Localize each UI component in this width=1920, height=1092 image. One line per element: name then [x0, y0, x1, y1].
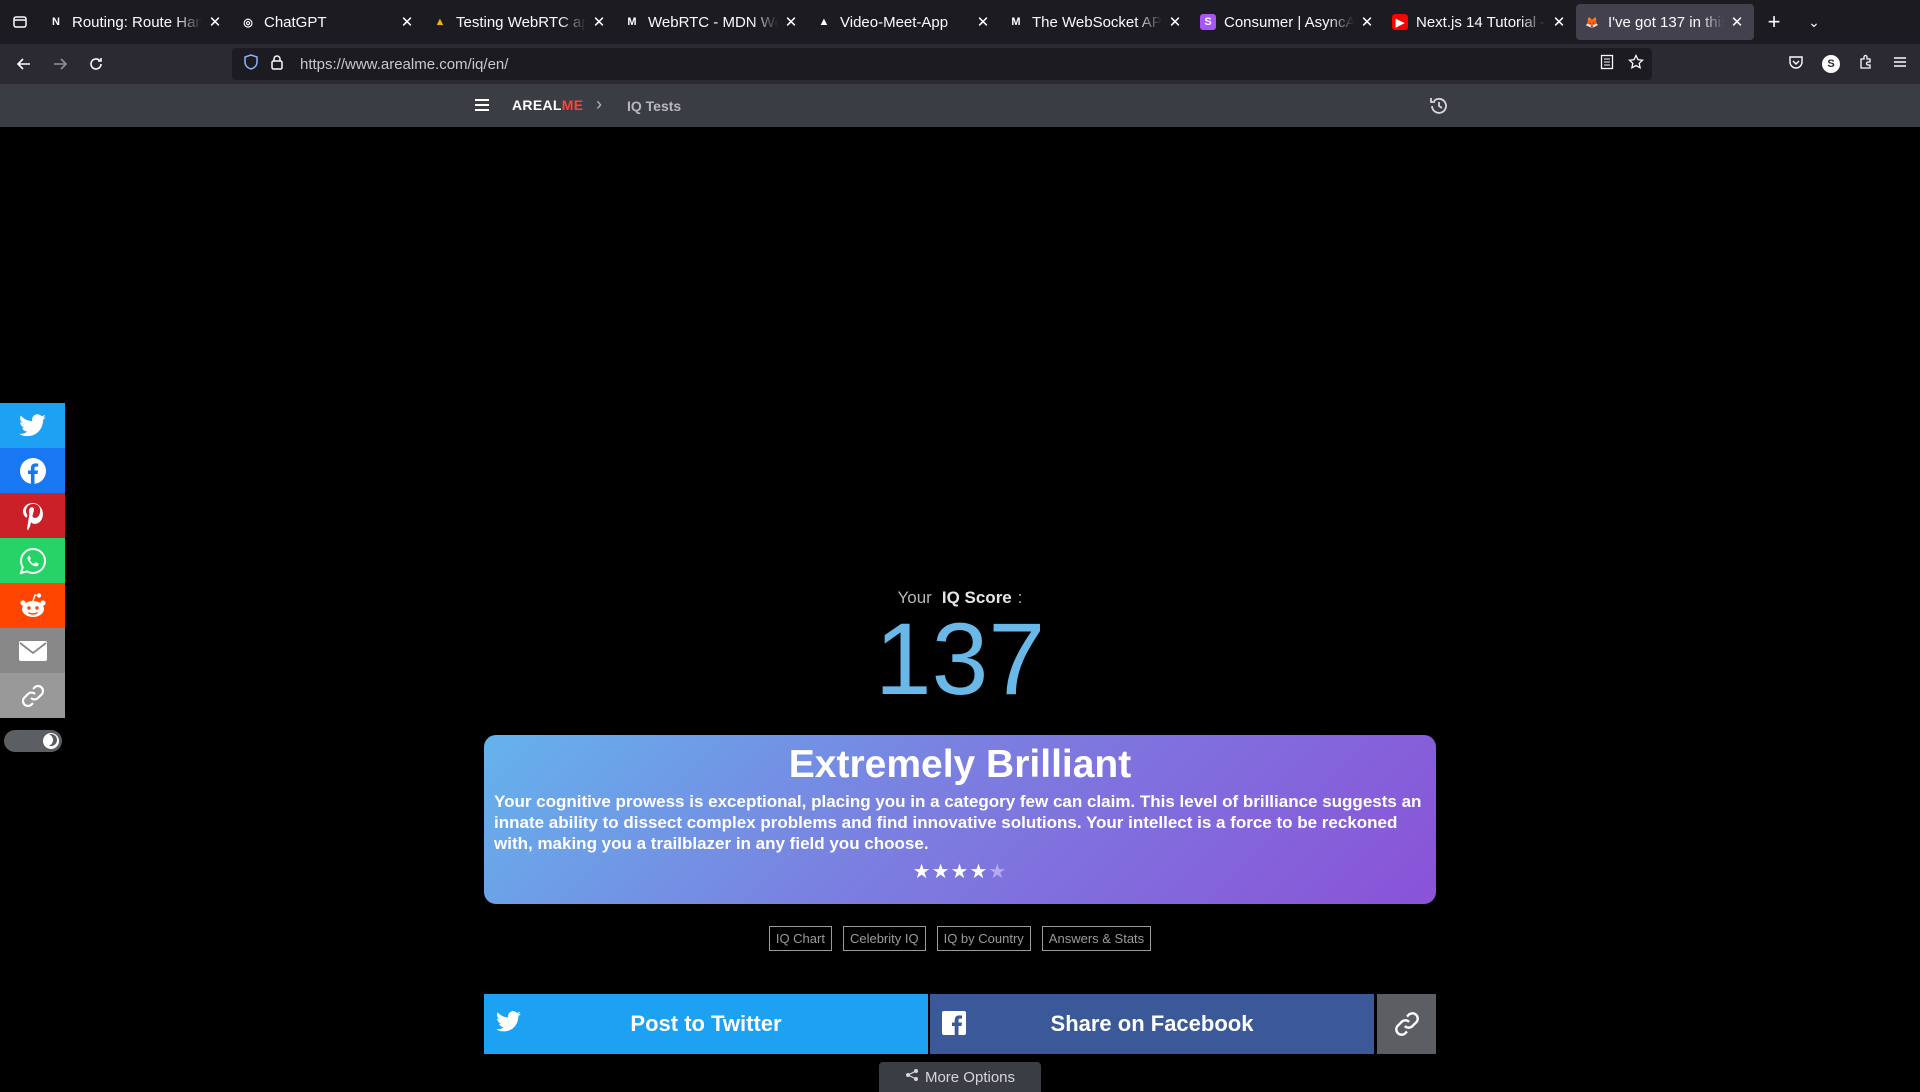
tab-favicon-icon: S [1200, 14, 1216, 30]
share-on-facebook-button[interactable]: Share on Facebook [930, 994, 1374, 1054]
close-tab-icon[interactable]: ✕ [1728, 13, 1746, 31]
tab-favicon-icon: ▶ [1392, 14, 1408, 30]
result-title: Extremely Brilliant [788, 743, 1132, 786]
app-menu-icon[interactable] [1892, 54, 1908, 75]
history-icon[interactable] [1428, 95, 1450, 117]
tracking-protection-shield-icon[interactable] [244, 53, 260, 75]
breadcrumb-iq-tests[interactable]: IQ Tests [627, 98, 681, 114]
star-filled-icon: ★ [912, 861, 932, 883]
moon-icon [45, 734, 57, 746]
chevron-right-icon: › [596, 94, 602, 114]
star-empty-icon: ★ [988, 861, 1008, 883]
tab-favicon-icon: N [52, 16, 60, 28]
star-filled-icon: ★ [931, 861, 951, 883]
dark-mode-toggle[interactable] [4, 730, 62, 752]
lock-icon[interactable] [270, 54, 286, 75]
pinterest-share-icon[interactable] [0, 493, 65, 538]
browser-tab[interactable]: 🦊 I've got 137 in this IQ✕ [1576, 4, 1754, 40]
browser-tab[interactable]: ▲ Video-Meet-App ✕ [808, 4, 1000, 40]
browser-tab[interactable]: ▶ Next.js 14 Tutorial - ✕ [1384, 4, 1576, 40]
close-tab-icon[interactable]: ✕ [1358, 13, 1376, 31]
logo-part-areal: AREAL [512, 97, 562, 113]
tab-title: Routing: Route Handlers [72, 13, 202, 31]
tab-title: Consumer | AsyncAPI [1224, 13, 1354, 31]
tab-favicon-icon: ▲ [434, 16, 446, 28]
close-tab-icon[interactable]: ✕ [398, 13, 416, 31]
new-tab-button[interactable]: + [1754, 9, 1794, 35]
star-filled-icon: ★ [969, 861, 989, 883]
close-tab-icon[interactable]: ✕ [1550, 13, 1568, 31]
back-icon[interactable] [6, 48, 42, 80]
link-chip[interactable]: IQ Chart [768, 926, 832, 951]
more-options-label: More Options [924, 1068, 1016, 1086]
share-buttons: Post to Twitter Share on Facebook [484, 994, 1436, 1054]
tab-title: WebRTC - MDN Web Docs [648, 13, 778, 31]
close-tab-icon[interactable]: ✕ [1166, 13, 1184, 31]
twitter-share-icon[interactable] [0, 403, 65, 448]
browser-tab[interactable]: ◎ ChatGPT ✕ [232, 4, 424, 40]
forward-icon[interactable] [42, 48, 78, 80]
tab-list-icon[interactable] [0, 0, 40, 44]
account-avatar[interactable]: S [1822, 55, 1840, 73]
close-tab-icon[interactable]: ✕ [590, 13, 608, 31]
list-all-tabs-icon[interactable]: ⌄ [1794, 14, 1834, 31]
related-links: IQ Chart Celebrity IQ IQ by Country Answers… [0, 926, 1920, 951]
logo-part-me: ME [561, 97, 584, 113]
reload-icon[interactable] [78, 48, 114, 80]
twitter-icon [496, 1011, 522, 1037]
tab-title: I've got 137 in this IQ [1608, 13, 1724, 31]
address-bar[interactable]: https://www.arealme.com/iq/en/ [232, 48, 1652, 80]
tab-title: Video-Meet-App [840, 13, 949, 31]
hamburger-menu-icon[interactable] [472, 95, 492, 115]
tab-title: Next.js 14 Tutorial - [1416, 13, 1546, 31]
star-filled-icon: ★ [950, 861, 970, 883]
link-chip[interactable]: Celebrity IQ [842, 926, 926, 951]
site-header: AREALME › IQ Tests [0, 84, 1920, 127]
browser-tab[interactable]: M The WebSocket API ✕ [1000, 4, 1192, 40]
tab-title: ChatGPT [264, 13, 327, 31]
iq-score-value: 137 [874, 602, 1046, 716]
facebook-icon [942, 1011, 968, 1037]
result-description: Your cognitive prowess is exceptional, p… [494, 792, 1422, 853]
tab-favicon-icon: M [627, 16, 637, 28]
reader-view-icon[interactable] [1600, 54, 1614, 75]
link-icon [1394, 1012, 1419, 1036]
post-to-twitter-button[interactable]: Post to Twitter [484, 994, 928, 1054]
browser-tab[interactable]: ▲ Testing WebRTC app ✕ [424, 4, 616, 40]
browser-tab[interactable]: S Consumer | AsyncAPI✕ [1192, 4, 1384, 40]
copy-link-button[interactable] [1377, 994, 1436, 1054]
browser-tab[interactable]: N Routing: Route Handlers✕ [40, 4, 232, 40]
post-to-twitter-label: Post to Twitter [630, 1011, 782, 1036]
extensions-icon[interactable] [1858, 54, 1874, 75]
tab-favicon-icon: 🦊 [1585, 16, 1599, 29]
url-text[interactable]: https://www.arealme.com/iq/en/ [300, 56, 508, 73]
share-icon [905, 1068, 919, 1086]
tab-title: The WebSocket API [1032, 13, 1162, 31]
tab-title: Testing WebRTC app [456, 13, 586, 31]
browser-nav-bar: https://www.arealme.com/iq/en/ S [0, 44, 1920, 84]
whatsapp-share-icon[interactable] [0, 538, 65, 583]
browser-tab[interactable]: M WebRTC - MDN Web Docs✕ [616, 4, 808, 40]
star-rating: ★★★★★ [484, 859, 1436, 884]
pocket-icon[interactable] [1788, 54, 1804, 75]
result-card: Extremely Brilliant Your cognitive prowe… [484, 735, 1436, 904]
tab-favicon-icon: ◎ [243, 16, 253, 29]
tab-favicon-icon: ▲ [818, 16, 830, 28]
browser-tab-bar: NRouting: Route Handlers✕◎ChatGPT✕▲Testi… [0, 0, 1920, 44]
bookmark-star-icon[interactable] [1628, 53, 1644, 75]
site-logo[interactable]: AREALME [512, 97, 583, 113]
more-options-button[interactable]: More Options [879, 1062, 1041, 1092]
share-on-facebook-label: Share on Facebook [1050, 1011, 1254, 1036]
close-tab-icon[interactable]: ✕ [206, 13, 224, 31]
close-tab-icon[interactable]: ✕ [782, 13, 800, 31]
close-tab-icon[interactable]: ✕ [974, 13, 992, 31]
link-chip[interactable]: Answers & Stats [1041, 926, 1152, 951]
facebook-share-icon[interactable] [0, 448, 65, 493]
tab-favicon-icon: M [1011, 16, 1021, 28]
link-chip[interactable]: IQ by Country [936, 926, 1031, 951]
